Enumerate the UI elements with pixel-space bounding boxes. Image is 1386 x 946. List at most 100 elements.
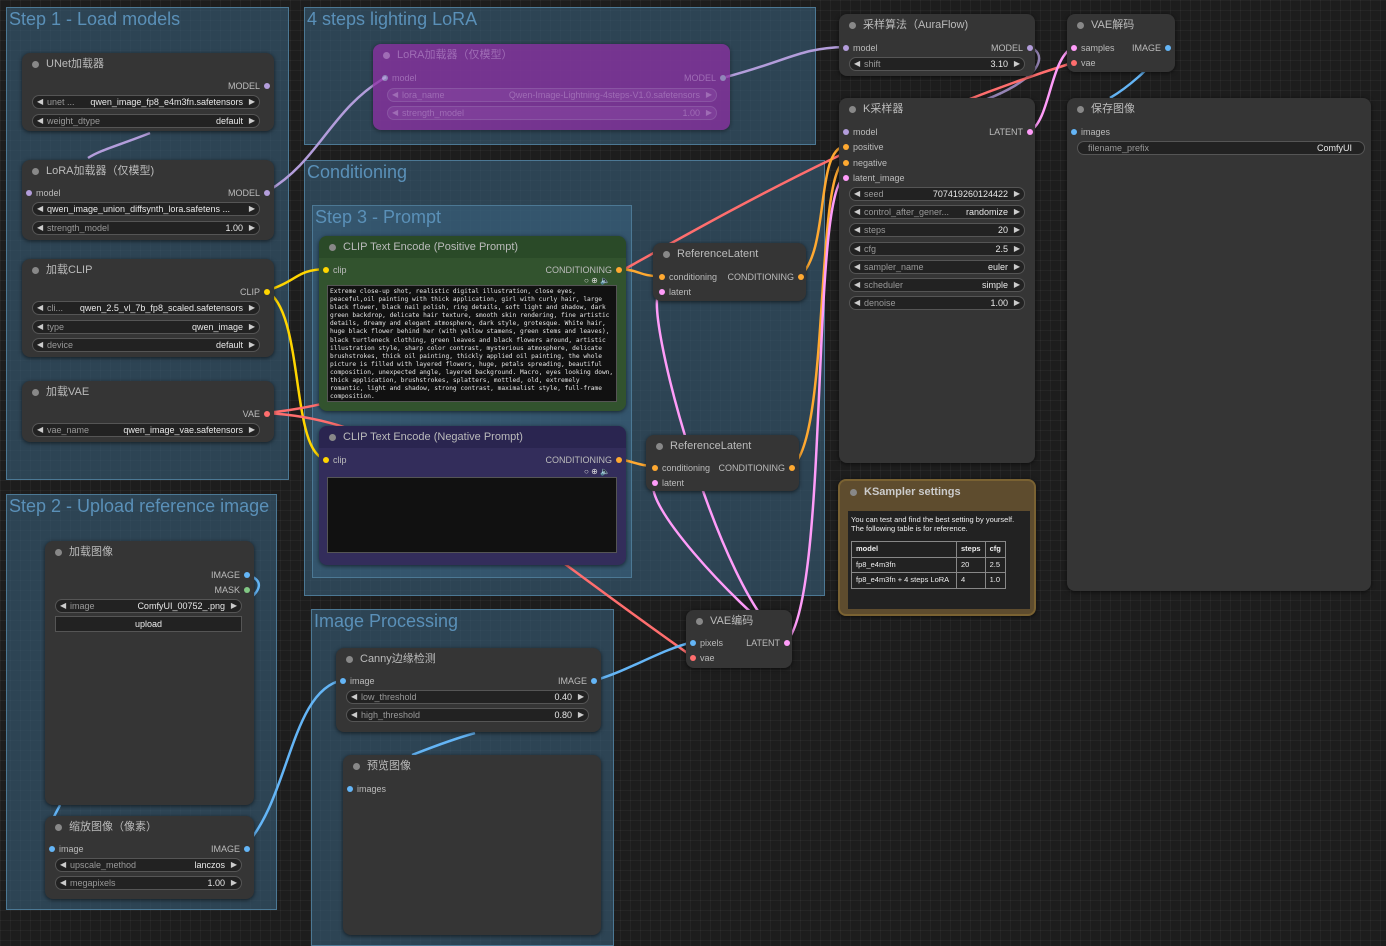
shift-slider[interactable]: ◀ shift 3.10 ▶	[849, 57, 1025, 71]
arrow-right-icon[interactable]: ▶	[1014, 243, 1020, 255]
conditioning-pin-icon[interactable]	[798, 274, 804, 280]
collapse-dot-icon[interactable]	[353, 763, 360, 770]
cfg-widget[interactable]: ◀ cfg 2.5 ▶	[849, 242, 1025, 256]
node-vae-loader[interactable]: 加载VAE VAE ◀ vae_name qwen_image_vae.safe…	[22, 381, 274, 442]
arrow-left-icon[interactable]: ◀	[60, 877, 66, 889]
collapse-dot-icon[interactable]	[329, 434, 336, 441]
collapse-dot-icon[interactable]	[329, 244, 336, 251]
model-pin-icon[interactable]	[26, 190, 32, 196]
collapse-dot-icon[interactable]	[1077, 22, 1084, 29]
output-image[interactable]: IMAGE	[1132, 42, 1171, 54]
clip-type-combo[interactable]: ◀ type qwen_image ▶	[32, 320, 260, 334]
collapse-dot-icon[interactable]	[55, 549, 62, 556]
mask-pin-icon[interactable]	[244, 587, 250, 593]
model-pin-icon[interactable]	[264, 83, 270, 89]
conditioning-pin-icon[interactable]	[616, 267, 622, 273]
node-lora-4steps-bypassed[interactable]: LoRA加载器（仅模型） model MODEL ◀ lora_name Qwe…	[373, 44, 730, 130]
arrow-right-icon[interactable]: ▶	[1014, 206, 1020, 218]
node-image-scale-to-total-pixels[interactable]: 缩放图像（像素） image IMAGE ◀ upscale_method la…	[45, 816, 254, 899]
arrow-right-icon[interactable]: ▶	[578, 691, 584, 703]
output-image[interactable]: IMAGE	[558, 675, 597, 687]
conditioning-pin-icon[interactable]	[616, 457, 622, 463]
model-pin-icon[interactable]	[843, 45, 849, 51]
output-clip[interactable]: CLIP	[240, 286, 270, 298]
arrow-left-icon[interactable]: ◀	[392, 89, 398, 101]
collapse-dot-icon[interactable]	[849, 22, 856, 29]
vae-name-combo[interactable]: ◀ vae_name qwen_image_vae.safetensors ▶	[32, 423, 260, 437]
output-model[interactable]: MODEL	[228, 80, 270, 92]
collapse-dot-icon[interactable]	[663, 251, 670, 258]
clip-pin-icon[interactable]	[323, 457, 329, 463]
workflow-canvas[interactable]: Step 1 - Load models 4 steps lighting Lo…	[0, 0, 1386, 946]
conditioning-pin-icon[interactable]	[843, 144, 849, 150]
arrow-left-icon[interactable]: ◀	[37, 115, 43, 127]
arrow-left-icon[interactable]: ◀	[854, 224, 860, 236]
node-save-image[interactable]: 保存图像 images filename_prefix ComfyUI	[1067, 98, 1371, 591]
image-pin-icon[interactable]	[244, 846, 250, 852]
strength-model-slider[interactable]: ◀ strength_model 1.00 ▶	[32, 221, 260, 235]
volume-icon[interactable]: 🔈	[600, 276, 610, 285]
arrow-left-icon[interactable]: ◀	[37, 96, 43, 108]
output-conditioning[interactable]: CONDITIONING	[728, 271, 804, 283]
collapse-dot-icon[interactable]	[55, 824, 62, 831]
globe-icon[interactable]: ⊕	[591, 467, 598, 476]
collapse-dot-icon[interactable]	[1077, 106, 1084, 113]
low-threshold-slider[interactable]: ◀ low_threshold 0.40 ▶	[346, 690, 589, 704]
node-clip-text-encode-positive[interactable]: CLIP Text Encode (Positive Prompt) clip …	[319, 236, 626, 411]
input-model[interactable]: model	[843, 42, 878, 54]
sampler-name-combo[interactable]: ◀ sampler_name euler ▶	[849, 260, 1025, 274]
input-negative[interactable]: negative	[843, 157, 887, 169]
steps-widget[interactable]: ◀ steps 20 ▶	[849, 223, 1025, 237]
input-model[interactable]: model	[843, 126, 878, 138]
arrow-left-icon[interactable]: ◀	[60, 859, 66, 871]
collapse-dot-icon[interactable]	[346, 656, 353, 663]
arrow-right-icon[interactable]: ▶	[249, 222, 255, 234]
upscale-method-combo[interactable]: ◀ upscale_method lanczos ▶	[55, 858, 242, 872]
input-clip[interactable]: clip	[323, 264, 347, 276]
input-images[interactable]: images	[347, 783, 386, 795]
model-pin-icon[interactable]	[843, 129, 849, 135]
arrow-left-icon[interactable]: ◀	[854, 58, 860, 70]
image-pin-icon[interactable]	[1071, 129, 1077, 135]
arrow-left-icon[interactable]: ◀	[351, 709, 357, 721]
image-pin-icon[interactable]	[347, 786, 353, 792]
input-latent[interactable]: latent	[659, 286, 691, 298]
collapse-dot-icon[interactable]	[32, 389, 39, 396]
clip-pin-icon[interactable]	[323, 267, 329, 273]
image-file-combo[interactable]: ◀ image ComfyUI_00752_.png ▶	[55, 599, 242, 613]
upload-button[interactable]: upload	[55, 616, 242, 632]
arrow-right-icon[interactable]: ▶	[249, 96, 255, 108]
scheduler-combo[interactable]: ◀ scheduler simple ▶	[849, 278, 1025, 292]
arrow-left-icon[interactable]: ◀	[854, 188, 860, 200]
filename-prefix-input[interactable]: filename_prefix ComfyUI	[1077, 141, 1365, 155]
conditioning-pin-icon[interactable]	[843, 160, 849, 166]
high-threshold-slider[interactable]: ◀ high_threshold 0.80 ▶	[346, 708, 589, 722]
lora-name-combo[interactable]: ◀ qwen_image_union_diffsynth_lora.safete…	[32, 202, 260, 216]
arrow-right-icon[interactable]: ▶	[1014, 261, 1020, 273]
output-model[interactable]: MODEL	[228, 187, 270, 199]
node-preview-image[interactable]: 预览图像 images	[343, 755, 601, 935]
strength-model-slider[interactable]: ◀ strength_model 1.00 ▶	[387, 106, 717, 120]
circle-icon[interactable]: ○	[584, 276, 589, 285]
conditioning-pin-icon[interactable]	[659, 274, 665, 280]
latent-pin-icon[interactable]	[1071, 45, 1077, 51]
node-lora-loader[interactable]: LoRA加载器（仅模型) model MODEL ◀ qwen_image_un…	[22, 160, 274, 240]
arrow-left-icon[interactable]: ◀	[37, 222, 43, 234]
latent-pin-icon[interactable]	[784, 640, 790, 646]
latent-pin-icon[interactable]	[1027, 129, 1033, 135]
node-reference-latent-positive[interactable]: ReferenceLatent conditioning CONDITIONIN…	[653, 243, 806, 301]
image-pin-icon[interactable]	[340, 678, 346, 684]
clip-device-combo[interactable]: ◀ device default ▶	[32, 338, 260, 352]
input-latent[interactable]: latent	[652, 477, 684, 489]
negative-prompt-textarea[interactable]	[327, 477, 617, 553]
arrow-left-icon[interactable]: ◀	[854, 206, 860, 218]
input-clip[interactable]: clip	[323, 454, 347, 466]
megapixels-slider[interactable]: ◀ megapixels 1.00 ▶	[55, 876, 242, 890]
lora-name-combo[interactable]: ◀ lora_name Qwen-Image-Lightning-4steps-…	[387, 88, 717, 102]
node-vae-encode[interactable]: VAE编码 pixels LATENT vae	[686, 610, 792, 668]
arrow-right-icon[interactable]: ▶	[231, 600, 237, 612]
collapse-dot-icon[interactable]	[850, 489, 857, 496]
vae-pin-icon[interactable]	[1071, 60, 1077, 66]
model-pin-icon[interactable]	[264, 190, 270, 196]
image-pin-icon[interactable]	[690, 640, 696, 646]
